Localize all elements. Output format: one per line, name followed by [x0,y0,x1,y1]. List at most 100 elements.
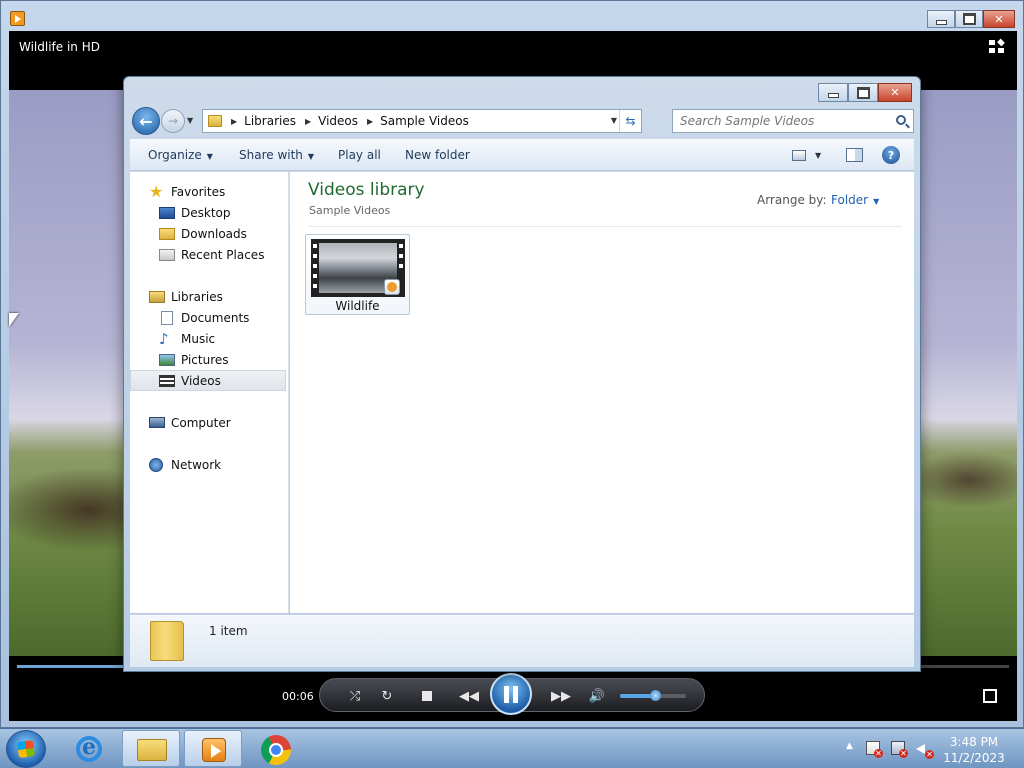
nav-item-libraries[interactable]: Libraries [130,286,286,307]
arrange-by-dropdown[interactable]: Folder ▼ [831,193,879,207]
recent-pages-dropdown-icon[interactable]: ▼ [187,116,193,125]
fullscreen-icon[interactable] [983,689,997,703]
explorer-maximize-button[interactable] [848,83,878,102]
documents-icon [161,310,173,325]
organize-button[interactable]: Organize ▼ [148,148,213,162]
pause-button[interactable] [490,673,532,715]
nav-item-recent-places[interactable]: Recent Places [130,244,286,265]
help-icon[interactable]: ? [882,146,900,164]
chevron-down-icon: ▼ [873,197,880,206]
explorer-minimize-button[interactable] [818,83,848,102]
previous-button[interactable]: ◀◀ [458,686,480,706]
taskbar-windows-explorer[interactable] [122,730,180,767]
search-icon[interactable] [896,115,906,125]
breadcrumb-videos[interactable]: Videos [318,114,358,128]
back-arrow-icon: ← [139,111,153,131]
nav-label: Libraries [171,289,223,304]
search-input[interactable] [673,110,885,132]
nav-item-videos[interactable]: Videos [130,370,286,391]
nav-item-favorites[interactable]: ★ Favorites [130,181,286,202]
view-options-dropdown-icon[interactable]: ▼ [815,151,821,160]
address-bar[interactable]: ▶ Libraries ▶ Videos ▶ Sample Videos ▼ ⇆ [202,109,642,133]
libraries-icon [149,290,165,303]
nav-label: Favorites [171,184,226,199]
nav-item-desktop[interactable]: Desktop [130,202,286,223]
share-with-button[interactable]: Share with ▼ [239,148,314,162]
shuffle-icon: ⤮ [349,688,361,704]
breadcrumb-libraries[interactable]: Libraries [244,114,296,128]
navigation-bar: ← → ▼ ▶ Libraries ▶ Videos ▶ Sample Vide… [130,105,914,137]
nav-label: Music [181,331,216,346]
close-icon: ✕ [890,86,900,99]
details-pane: 1 item [130,614,914,667]
content-divider [308,226,902,227]
windows-explorer-icon [137,739,167,761]
stop-button[interactable] [416,686,438,706]
preview-pane-icon[interactable] [846,148,863,162]
new-folder-button[interactable]: New folder [405,148,470,162]
mute-button[interactable]: 🔊 [586,686,608,706]
explorer-caption-buttons: ✕ [818,83,912,102]
network-icon [149,457,163,472]
clock-time[interactable]: 3:48 PM [938,735,1010,749]
chrome-icon [261,735,291,765]
library-title: Videos library [308,180,425,200]
item-count: 1 item [209,624,248,638]
film-strip-icon [159,374,175,387]
show-hidden-icons-button[interactable]: ▲ [846,741,853,751]
taskbar-internet-explorer[interactable] [60,730,118,767]
shuffle-button[interactable]: ⤮ [344,686,366,706]
breadcrumb-separator-icon[interactable]: ▶ [231,117,237,126]
chevron-down-icon: ▼ [206,152,213,161]
switch-to-library-icon[interactable] [989,38,1005,54]
media-player-minimize-button[interactable] [927,10,955,28]
refresh-icon: ⇆ [625,114,636,128]
explorer-close-button[interactable]: ✕ [878,83,912,102]
nav-item-pictures[interactable]: Pictures [130,349,286,370]
media-player-app-icon [10,11,25,26]
breadcrumb-sample-videos[interactable]: Sample Videos [380,114,469,128]
maximize-icon [849,84,877,101]
nav-item-network[interactable]: Network [130,454,286,475]
maximize-icon [956,11,982,27]
media-player-badge-icon [384,279,400,295]
media-player-maximize-button[interactable] [955,10,983,28]
address-history-dropdown-icon[interactable]: ▼ [611,116,617,125]
media-player-titlebar[interactable]: ✕ [1,1,1023,31]
next-button[interactable]: ▶▶ [550,686,572,706]
share-with-label: Share with [239,148,303,162]
forward-button[interactable]: → [161,109,185,133]
rewind-icon: ◀◀ [459,688,479,704]
nav-item-downloads[interactable]: Downloads [130,223,286,244]
refresh-button[interactable]: ⇆ [619,110,641,132]
volume-slider-thumb[interactable] [650,690,661,701]
mouse-cursor-icon [9,313,19,327]
file-name: Wildlife [335,299,380,313]
play-all-button[interactable]: Play all [338,148,381,162]
nav-item-computer[interactable]: Computer [130,412,286,433]
file-item[interactable]: Wildlife [305,234,410,315]
taskbar: ▲ 3:48 PM 11/2/2023 [0,728,1024,768]
media-player-caption-buttons: ✕ [927,10,1015,28]
repeat-button[interactable]: ↻ [376,686,398,706]
explorer-window: ✕ ← → ▼ ▶ Libraries ▶ Videos ▶ Sample Vi… [123,76,921,672]
nav-item-documents[interactable]: Documents [130,307,286,328]
file-list-pane: Videos library Sample Videos Arrange by:… [290,172,914,613]
minimize-icon [928,11,954,27]
taskbar-chrome[interactable] [246,730,304,767]
star-icon: ★ [149,181,164,201]
breadcrumb-separator-icon[interactable]: ▶ [305,117,311,126]
nav-item-music[interactable]: ♪ Music [130,328,286,349]
network-status-icon[interactable] [891,741,908,758]
change-view-icon[interactable] [792,150,806,161]
start-button[interactable] [6,730,46,768]
action-center-flag-icon[interactable] [866,741,883,758]
clock-date[interactable]: 11/2/2023 [938,751,1010,765]
media-player-close-button[interactable]: ✕ [983,10,1015,28]
breadcrumb-separator-icon[interactable]: ▶ [367,117,373,126]
nav-label: Recent Places [181,247,265,262]
volume-muted-icon[interactable] [916,741,934,759]
nav-label: Videos [181,373,221,388]
taskbar-media-player[interactable] [184,730,242,767]
back-button[interactable]: ← [132,107,160,135]
